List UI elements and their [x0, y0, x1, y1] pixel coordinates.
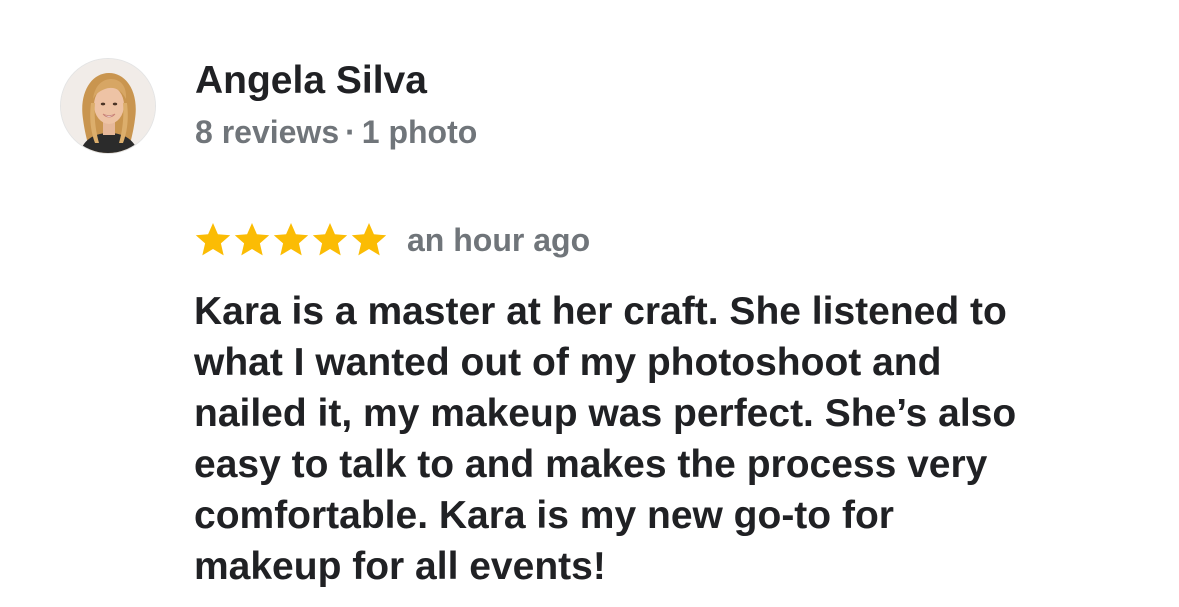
star-icon [233, 221, 271, 259]
avatar[interactable] [60, 58, 156, 154]
review-text-line: easy to talk to and makes the process ve… [194, 443, 988, 486]
photos-count: 1 photo [361, 114, 478, 150]
avatar-image [61, 59, 155, 153]
star-icon [311, 221, 349, 259]
reviews-count: 8 reviews [195, 114, 340, 150]
meta-separator: · [345, 114, 356, 150]
review-text-line: makeup for all events! [194, 545, 606, 588]
reviewer-stats: 8 reviews · 1 photo [195, 112, 477, 152]
star-icon [350, 221, 388, 259]
review-text-line: Kara is a master at her craft. She liste… [194, 290, 1007, 333]
reviewer-name[interactable]: Angela Silva [195, 58, 427, 104]
review-time: an hour ago [407, 222, 591, 258]
review-card: Angela Silva 8 reviews · 1 photo an hour a… [0, 0, 1179, 607]
review-text-line: nailed it, my makeup was perfect. She’s … [194, 392, 1017, 435]
review-text: Kara is a master at her craft. She liste… [194, 286, 1154, 592]
rating-row: an hour ago [194, 218, 590, 262]
review-text-line: comfortable. Kara is my new go-to for [194, 494, 894, 537]
star-rating [194, 221, 389, 259]
star-icon [272, 221, 310, 259]
review-text-line: what I wanted out of my photoshoot and [194, 341, 942, 384]
star-icon [194, 221, 232, 259]
